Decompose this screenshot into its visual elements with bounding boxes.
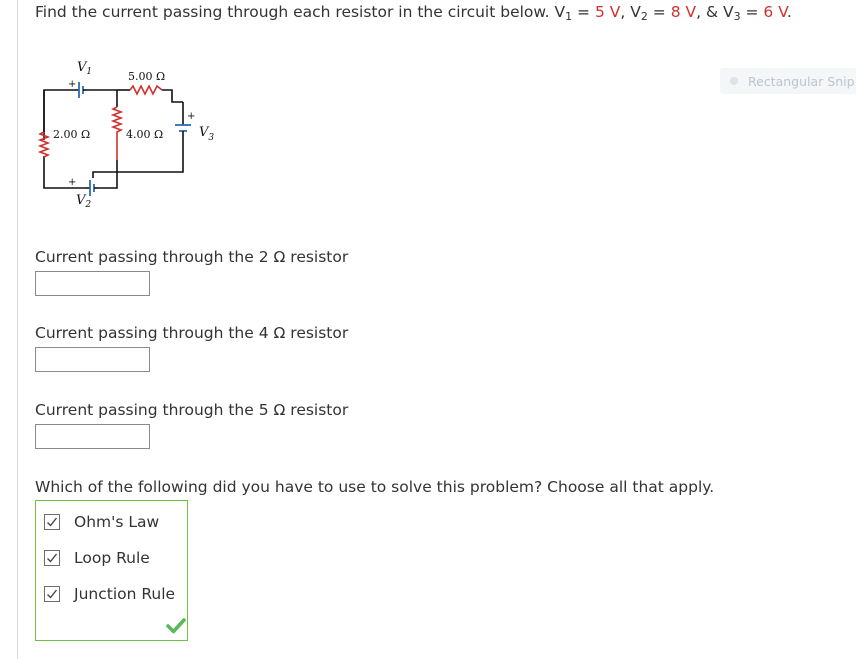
part-4ohm-label: Current passing through the 4 Ω resistor bbox=[35, 324, 349, 342]
part-2ohm-label: Current passing through the 2 Ω resistor bbox=[35, 248, 349, 266]
battery-v2 bbox=[86, 180, 98, 196]
battery-v1 bbox=[75, 82, 87, 98]
checkbox-checked-icon[interactable] bbox=[44, 550, 60, 566]
v1-label: V1 bbox=[77, 60, 92, 77]
checkbox-checked-icon[interactable] bbox=[44, 586, 60, 602]
answer-input-5ohm[interactable] bbox=[35, 424, 150, 449]
left-divider bbox=[17, 0, 18, 659]
checkbox-checked-icon[interactable] bbox=[44, 514, 60, 530]
v1-value: 5 V bbox=[594, 3, 621, 21]
v2-label: V2 bbox=[76, 193, 91, 210]
answer-input-4ohm[interactable] bbox=[35, 347, 150, 372]
multi-select-prompt: Which of the following did you have to u… bbox=[35, 478, 715, 496]
choice-label: Ohm's Law bbox=[74, 513, 160, 531]
v2-value: 8 V bbox=[670, 3, 697, 21]
green-check-icon bbox=[166, 618, 186, 634]
resistor-5-ohm bbox=[129, 84, 163, 96]
v1-plus: + bbox=[68, 79, 76, 90]
v3-value: 6 V bbox=[763, 3, 787, 21]
r4-label: 4.00 Ω bbox=[126, 128, 163, 141]
choice-junction-rule[interactable]: Junction Rule bbox=[44, 585, 175, 603]
choice-ohms-law[interactable]: Ohm's Law bbox=[44, 513, 159, 531]
r2-label: 2.00 Ω bbox=[53, 128, 90, 141]
part-5ohm-label: Current passing through the 5 Ω resistor bbox=[35, 401, 349, 419]
v3-label: V3 bbox=[199, 125, 214, 143]
r5-label: 5.00 Ω bbox=[128, 70, 165, 83]
resistor-2-ohm bbox=[37, 131, 51, 158]
rectangular-snip-button[interactable]: Rectangular Snip bbox=[720, 68, 856, 94]
choice-loop-rule[interactable]: Loop Rule bbox=[44, 549, 150, 567]
snip-label: Rectangular Snip bbox=[748, 73, 855, 89]
choice-label: Loop Rule bbox=[74, 549, 150, 567]
question-text: Find the current passing through each re… bbox=[35, 3, 792, 23]
choice-label: Junction Rule bbox=[74, 585, 176, 603]
answer-input-2ohm[interactable] bbox=[35, 271, 150, 296]
v2-plus: + bbox=[68, 177, 76, 188]
v3-plus: + bbox=[187, 111, 195, 122]
resistor-4-ohm bbox=[110, 106, 124, 160]
homework-page: Find the current passing through each re… bbox=[0, 0, 856, 659]
choices-group: Ohm's Law Loop Rule Junction Rule bbox=[35, 500, 188, 641]
circuit-diagram: V1 + 5.00 Ω 2.00 Ω 4.00 Ω + V3 + V2 bbox=[37, 60, 214, 210]
snip-record-icon bbox=[730, 77, 738, 85]
battery-v3 bbox=[175, 124, 191, 137]
